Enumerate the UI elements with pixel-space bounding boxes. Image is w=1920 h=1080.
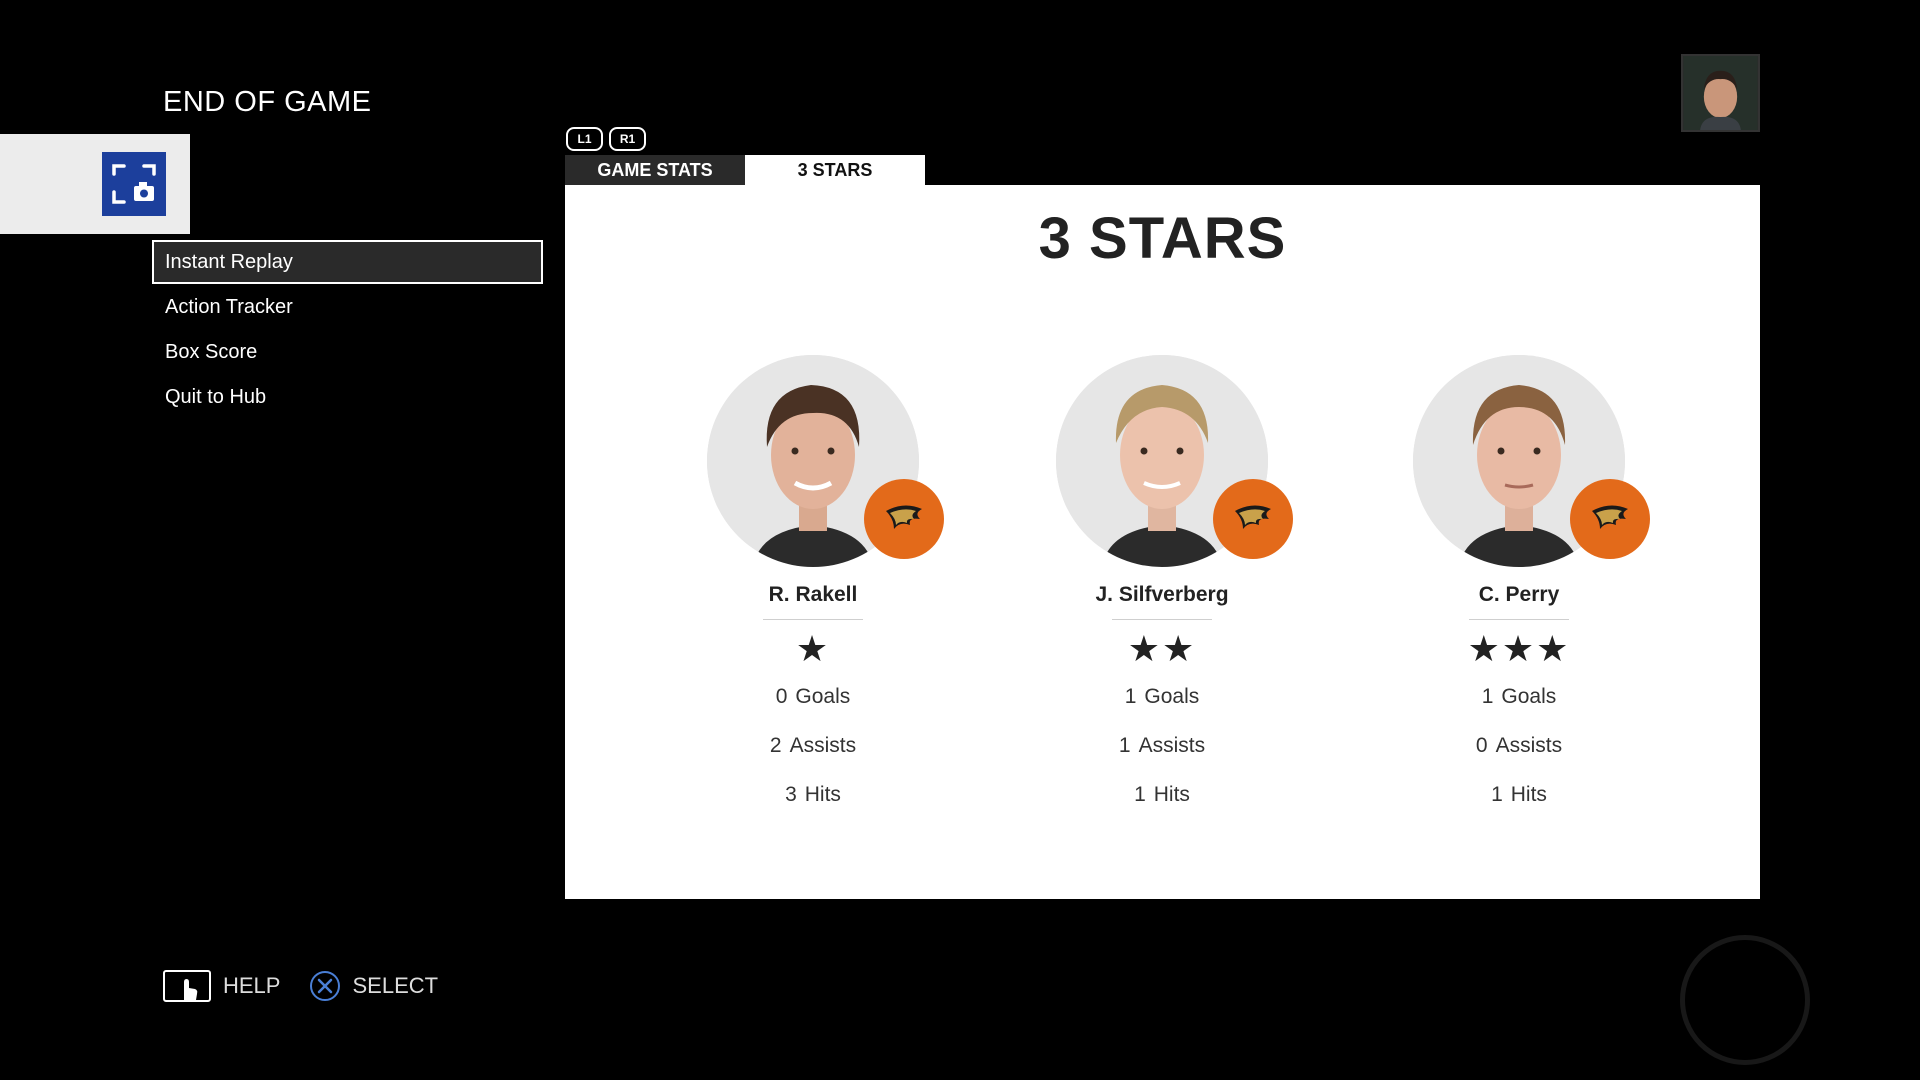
stat-assists: 2 Assists: [693, 721, 933, 770]
player-name: R. Rakell: [768, 583, 858, 606]
player-portrait: [707, 355, 944, 567]
name-divider: [1469, 619, 1569, 620]
bumper-hints: L1 R1: [566, 127, 646, 151]
name-divider: [1112, 619, 1212, 620]
stat-label: Goals: [795, 685, 851, 708]
stat-goals: 0 Goals: [693, 672, 933, 721]
stat-label: Assists: [1138, 734, 1206, 757]
stat-label: Assists: [789, 734, 857, 757]
help-label[interactable]: HELP: [223, 973, 280, 999]
menu-item-quit-to-hub[interactable]: Quit to Hub: [152, 375, 543, 419]
stat-value: 1: [1124, 685, 1137, 708]
select-label[interactable]: SELECT: [352, 973, 438, 999]
ducks-logo-icon: [1570, 479, 1650, 559]
stat-label: Goals: [1501, 685, 1557, 708]
stat-value: 1: [1491, 783, 1503, 806]
end-of-game-menu: Instant Replay Action Tracker Box Score …: [152, 240, 543, 420]
stat-value: 0: [775, 685, 788, 708]
name-divider: [763, 619, 863, 620]
stat-hits: 3 Hits: [693, 770, 933, 819]
tab-3-stars[interactable]: 3 STARS: [745, 155, 925, 185]
stat-hits: 1 Hits: [1042, 770, 1282, 819]
stat-assists: 1 Assists: [1042, 721, 1282, 770]
screenshot-camera-icon[interactable]: [102, 152, 166, 216]
stat-value: 1: [1118, 734, 1131, 757]
l1-button-icon[interactable]: L1: [566, 127, 603, 151]
stat-hits: 1 Hits: [1399, 770, 1639, 819]
player-name: J. Silfverberg: [1095, 583, 1229, 606]
panel-title: 3 STARS: [1038, 206, 1287, 271]
page-title: END OF GAME: [163, 86, 372, 118]
stat-value: 1: [1481, 685, 1494, 708]
user-avatar: [1681, 54, 1760, 132]
button-hints: HELP SELECT: [163, 970, 438, 1002]
star-player-card[interactable]: C. Perry ★★★ 1 Goals 0 Assists 1 Hits: [1399, 355, 1650, 819]
menu-item-action-tracker[interactable]: Action Tracker: [152, 285, 543, 329]
stat-label: Hits: [1153, 783, 1190, 806]
tab-bar: GAME STATS 3 STARS: [565, 155, 925, 185]
tab-game-stats[interactable]: GAME STATS: [565, 155, 745, 185]
stat-goals: 1 Goals: [1042, 672, 1282, 721]
stat-value: 3: [785, 783, 797, 806]
three-stars-panel: 3 STARS R. Rakell ★ 0 Goals 2 Assists 3 …: [565, 185, 1760, 899]
star-rating: ★: [795, 628, 831, 669]
cross-button-icon[interactable]: [310, 971, 341, 1001]
stat-value: 2: [769, 734, 782, 757]
menu-item-box-score[interactable]: Box Score: [152, 330, 543, 374]
player-name: C. Perry: [1478, 583, 1560, 606]
stat-label: Hits: [804, 783, 841, 806]
stat-goals: 1 Goals: [1399, 672, 1639, 721]
menu-item-instant-replay[interactable]: Instant Replay: [152, 240, 543, 284]
star-rating: ★★★: [1467, 628, 1571, 669]
star-player-card[interactable]: J. Silfverberg ★★ 1 Goals 1 Assists 1 Hits: [1042, 355, 1293, 819]
star-rating: ★★: [1127, 628, 1197, 669]
stat-label: Goals: [1144, 685, 1200, 708]
player-portrait: [1413, 355, 1650, 567]
ducks-logo-icon: [864, 479, 944, 559]
stat-label: Hits: [1510, 783, 1547, 806]
star-player-card[interactable]: R. Rakell ★ 0 Goals 2 Assists 3 Hits: [693, 355, 944, 819]
r1-button-icon[interactable]: R1: [609, 127, 646, 151]
ducks-logo-icon: [1213, 479, 1293, 559]
stat-value: 0: [1475, 734, 1488, 757]
touchpad-icon[interactable]: [163, 970, 211, 1002]
ea-sports-logo: [1680, 935, 1810, 1065]
stat-value: 1: [1134, 783, 1146, 806]
stat-assists: 0 Assists: [1399, 721, 1639, 770]
player-portrait: [1056, 355, 1293, 567]
stat-label: Assists: [1495, 734, 1563, 757]
